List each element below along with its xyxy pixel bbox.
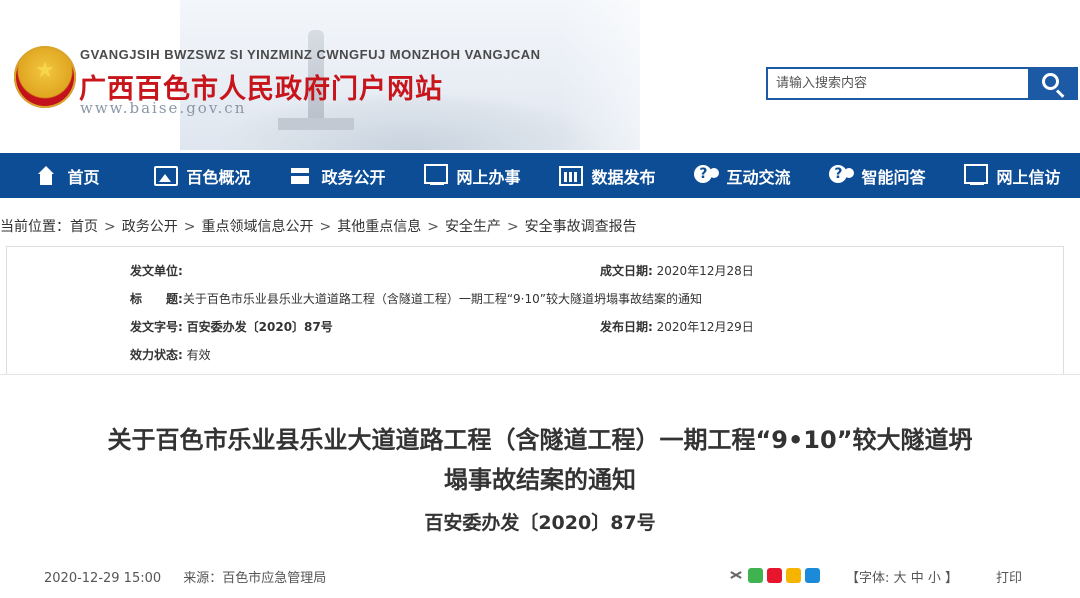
nav-label: 首页 — [67, 167, 100, 187]
meta-created-value: 2020年12月28日 — [656, 264, 754, 278]
breadcrumb-prefix: 当前位置： — [0, 219, 70, 235]
meta-published-label: 发布日期: — [600, 320, 653, 334]
meta-status-value: 有效 — [186, 348, 211, 362]
weibo-icon[interactable] — [767, 567, 782, 583]
search-button[interactable] — [1028, 67, 1078, 100]
search-box — [766, 67, 1030, 100]
meta-issuer: 发文单位: — [130, 262, 183, 279]
meta-title-label: 标 题: — [130, 292, 183, 306]
monitor-icon — [424, 163, 449, 185]
nav-label: 网上办事 — [456, 167, 521, 187]
share-icon[interactable] — [728, 568, 742, 582]
breadcrumb-item[interactable]: 重点领域信息公开 — [201, 216, 313, 236]
share-bar — [728, 566, 824, 584]
banner-fade — [560, 0, 720, 150]
breadcrumb-separator: > — [427, 219, 439, 235]
breadcrumb-item[interactable]: 首页 — [70, 216, 98, 236]
chat-icon — [694, 164, 720, 186]
nav-label: 百色概况 — [186, 167, 251, 187]
picture-icon — [154, 165, 179, 186]
breadcrumb-item[interactable]: 安全生产 — [445, 216, 501, 236]
article-title: 关于百色市乐业县乐业大道道路工程（含隧道工程）一期工程“9•10”较大隧道坍 塌… — [30, 420, 1050, 500]
breadcrumb: 当前位置：首页 > 政务公开 > 重点领域信息公开 > 其他重点信息 > 安全生产 > 安全事故调查… — [0, 216, 637, 236]
nav-home[interactable]: 首页 — [0, 153, 135, 198]
breadcrumb-item[interactable]: 安全事故调查报告 — [525, 216, 637, 236]
meta-published-value: 2020年12月29日 — [656, 320, 754, 334]
nav-interaction[interactable]: 互动交流 — [675, 153, 810, 198]
chat-icon — [829, 164, 855, 186]
home-icon — [35, 165, 59, 186]
breadcrumb-separator: > — [319, 219, 332, 235]
breadcrumb-item[interactable]: 其他重点信息 — [337, 216, 421, 236]
nav-online-petition[interactable]: 网上信访 — [945, 153, 1080, 198]
meta-status: 效力状态: 有效 — [130, 346, 211, 363]
meta-published-date: 发布日期: 2020年12月29日 — [600, 318, 754, 335]
site-header: ★ GVANGJSIH BWZSWZ SI YINZMINZ CWNGFUJ M… — [0, 0, 1080, 150]
meta-created-date: 成文日期: 2020年12月28日 — [600, 262, 754, 279]
article-source: 来源：百色市应急管理局 — [183, 571, 327, 586]
font-size-label: 【字体: — [846, 571, 890, 586]
banner-monument-base — [278, 118, 354, 130]
breadcrumb-separator: > — [183, 219, 196, 235]
nav-online-services[interactable]: 网上办事 — [405, 153, 540, 198]
search-input[interactable] — [768, 69, 1028, 98]
nav-label: 互动交流 — [726, 167, 791, 187]
national-emblem-logo: ★ — [14, 46, 76, 108]
article-datetime: 2020-12-29 15:00 — [44, 571, 162, 586]
emblem-star-icon: ★ — [35, 58, 55, 83]
meta-issuer-label: 发文单位: — [130, 264, 183, 278]
font-size-small-button[interactable]: 小 — [928, 571, 941, 586]
meta-docno-value: 百安委办发〔2020〕87号 — [186, 320, 333, 334]
search-icon — [1042, 73, 1059, 90]
search-icon-handle — [1055, 89, 1065, 98]
breadcrumb-separator: > — [104, 219, 116, 235]
chart-icon — [559, 165, 584, 186]
nav-label: 数据发布 — [591, 167, 656, 187]
meta-title: 标 题:关于百色市乐业县乐业大道道路工程（含隧道工程）一期工程“9·10”较大隧… — [130, 290, 702, 307]
qq-icon[interactable] — [805, 567, 820, 583]
nav-overview[interactable]: 百色概况 — [135, 153, 270, 198]
article-title-line: 关于百色市乐业县乐业大道道路工程（含隧道工程）一期工程“9•10”较大隧道坍 — [107, 426, 973, 454]
article-doc-number: 百安委办发〔2020〕87号 — [424, 512, 656, 534]
site-title-pinyin: GVANGJSIH BWZSWZ SI YINZMINZ CWNGFUJ MON… — [80, 47, 541, 62]
nav-data-release[interactable]: 数据发布 — [540, 153, 675, 198]
font-size-medium-button[interactable]: 中 — [911, 571, 924, 586]
meta-docno-label: 发文字号: — [130, 320, 183, 334]
nav-label: 网上信访 — [996, 167, 1061, 187]
meta-title-value: 关于百色市乐业县乐业大道道路工程（含隧道工程）一期工程“9·10”较大隧道坍塌事… — [182, 292, 702, 306]
nav-government-affairs[interactable]: 政务公开 — [270, 153, 405, 198]
document-icon — [289, 166, 313, 186]
font-size-large-button[interactable]: 大 — [894, 571, 907, 586]
meta-status-label: 效力状态: — [130, 348, 183, 362]
qzone-icon[interactable] — [786, 567, 801, 583]
wechat-icon[interactable] — [748, 567, 763, 583]
monitor-icon — [964, 163, 989, 185]
nav-label: 智能问答 — [861, 167, 926, 187]
print-button[interactable]: 打印 — [996, 567, 1022, 586]
article-info: 2020-12-29 15:00 来源：百色市应急管理局 — [44, 567, 326, 586]
font-size-controls: 【字体: 大 中 小 】 — [846, 567, 958, 586]
site-url: www.baise.gov.cn — [80, 99, 247, 117]
breadcrumb-item[interactable]: 政务公开 — [122, 216, 178, 236]
meta-doc-number: 发文字号: 百安委办发〔2020〕87号 — [130, 318, 333, 335]
main-nav: 首页 百色概况 政务公开 网上办事 数据发布 互动交流 智能问答 网上信访 — [0, 153, 1080, 198]
meta-created-label: 成文日期: — [600, 264, 653, 278]
nav-smart-qa[interactable]: 智能问答 — [810, 153, 945, 198]
font-size-close: 】 — [945, 571, 959, 586]
article-title-line: 塌事故结案的通知 — [444, 466, 636, 494]
nav-label: 政务公开 — [321, 167, 386, 187]
breadcrumb-separator: > — [506, 219, 519, 235]
